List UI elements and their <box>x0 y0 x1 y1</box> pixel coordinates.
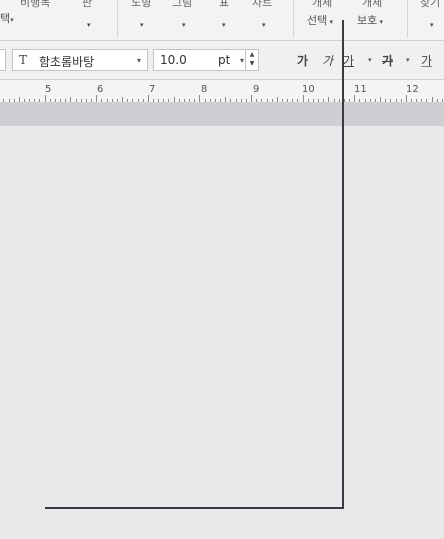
chevron-down-icon[interactable]: ▾ <box>240 56 244 65</box>
ribbon-partial-label: 비행목 <box>20 0 51 9</box>
ruler-number: 5 <box>45 84 52 95</box>
bold-button[interactable]: 가 <box>297 52 308 69</box>
font-size-value[interactable]: 10.0 <box>160 53 187 67</box>
font-name-select[interactable]: T 함초롬바탕 ▾ <box>12 49 148 71</box>
strikethrough-button[interactable]: 가 <box>382 52 393 69</box>
ruler-number: 7 <box>149 84 156 95</box>
chevron-down-icon[interactable]: ▾ <box>222 21 226 29</box>
chevron-down-icon[interactable]: ▾ <box>262 21 266 29</box>
font-color-button[interactable]: 가 <box>421 52 432 69</box>
ribbon-separator <box>117 0 118 38</box>
chevron-down-icon[interactable]: ▾ <box>430 21 434 29</box>
ribbon-shape-label[interactable]: 도형 <box>131 0 151 10</box>
ruler-tick <box>405 95 407 102</box>
ruler-number: 6 <box>97 84 104 95</box>
chevron-down-icon[interactable]: ▾ <box>406 56 410 64</box>
chevron-down-icon[interactable]: ▾ <box>182 21 186 29</box>
object-select-button[interactable]: 선택 ▾ <box>307 12 333 28</box>
object-protect-button[interactable]: 보호 ▾ <box>357 12 383 28</box>
font-type-icon: T <box>19 53 28 67</box>
ribbon-find-label[interactable]: 찾기 <box>420 0 440 10</box>
page-margin-guide-vertical <box>342 20 344 509</box>
ribbon-object-label: 개체 <box>312 0 333 9</box>
font-size-spinner[interactable]: ▲ ▼ <box>245 50 258 70</box>
ruler-margin-bar <box>0 102 444 126</box>
ruler-tick <box>147 95 149 102</box>
ribbon-partial-label: 판 <box>82 0 93 9</box>
underline-button[interactable]: 가 <box>343 52 354 69</box>
ribbon-table-label[interactable]: 표 <box>219 0 229 10</box>
chevron-down-icon[interactable]: ▾ <box>137 56 141 65</box>
ruler-tick <box>251 95 252 102</box>
page-margin-guide-horizontal <box>45 507 343 509</box>
ruler-number: 9 <box>253 84 260 95</box>
ribbon: 비행목 판 택▾ ▾ 도형 ▾ 그림 ▾ 표 ▾ 차트 ▾ 개체 선택 ▾ 개체… <box>0 0 444 41</box>
chevron-down-icon[interactable]: ▾ <box>87 21 91 29</box>
ribbon-separator <box>407 0 408 38</box>
font-size-unit: pt <box>218 53 231 67</box>
style-select-stub[interactable] <box>0 49 6 71</box>
font-name-value: 함초롬바탕 <box>39 55 95 69</box>
ruler-tick <box>354 95 356 102</box>
ribbon-edge-label[interactable]: 택▾ <box>0 10 14 26</box>
ruler-number: 11 <box>354 84 367 95</box>
font-size-field[interactable]: 10.0 pt ▾ ▲ ▼ <box>153 49 259 71</box>
ruler-number: 12 <box>406 84 419 95</box>
ruler-tick <box>199 95 201 102</box>
ribbon-picture-label[interactable]: 그림 <box>172 0 192 10</box>
ruler-number: 10 <box>302 84 315 95</box>
ruler-tick <box>302 95 304 102</box>
ruler-tick <box>44 95 46 102</box>
chevron-down-icon[interactable]: ▾ <box>140 21 144 29</box>
ruler-tick <box>96 95 98 102</box>
ribbon-object-label: 개체 <box>362 0 383 9</box>
ribbon-separator <box>293 0 294 38</box>
ribbon-chart-label[interactable]: 차트 <box>252 0 272 10</box>
ruler-number: 8 <box>201 84 208 95</box>
chevron-down-icon[interactable]: ▾ <box>368 56 372 64</box>
format-toolbar: T 함초롬바탕 ▾ 10.0 pt ▾ ▲ ▼ 가 가 가 ▾ 가 ▾ 가 <box>0 41 444 80</box>
horizontal-ruler[interactable]: 5 6 7 8 9 10 11 12 <box>0 80 444 102</box>
italic-button[interactable]: 가 <box>322 52 333 69</box>
document-page[interactable] <box>0 126 444 539</box>
